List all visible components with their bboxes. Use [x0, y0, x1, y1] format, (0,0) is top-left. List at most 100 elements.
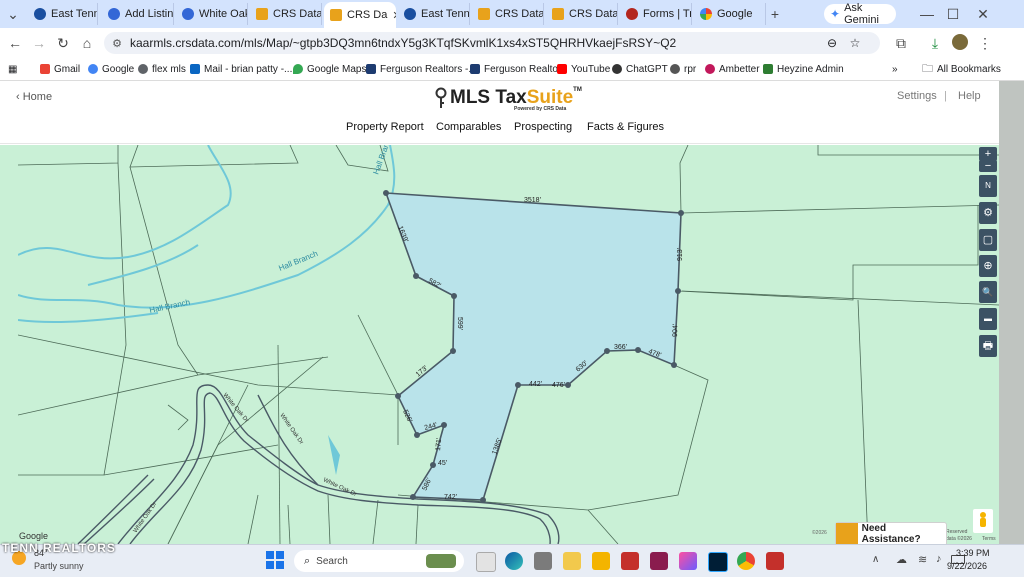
bookmark-heyzine[interactable]: Heyzine Admin: [763, 61, 844, 77]
acrobat-icon[interactable]: [621, 552, 639, 570]
map-canvas[interactable]: Hall Branch Hall Branch Hall Branch Whit…: [18, 145, 999, 544]
bookmark-google-maps[interactable]: Google Maps: [293, 61, 366, 77]
nav-comparables[interactable]: Comparables: [436, 121, 501, 133]
acrobat-reader-icon[interactable]: [766, 552, 784, 570]
bookmark-chatgpt[interactable]: ChatGPT: [612, 61, 668, 77]
browser-tab-strip: ⌄ East Tennes Add Listing White Oak CRS …: [0, 0, 1024, 28]
bookmark-star-icon[interactable]: ☆: [844, 36, 866, 50]
bookmark-ferguson-1[interactable]: Ferguson Realtors -...: [366, 61, 477, 77]
crs-icon: [478, 8, 490, 20]
map-pin-icon: [293, 64, 303, 74]
sticky-notes-icon[interactable]: [592, 552, 610, 570]
settings-link[interactable]: Settings: [897, 90, 937, 102]
dim-label: 171': [435, 438, 443, 452]
photos-icon[interactable]: [679, 552, 697, 570]
tab-google[interactable]: Google: [694, 3, 766, 25]
compass-north-button[interactable]: N: [979, 175, 997, 197]
search-magnifier-icon[interactable]: 🔍: [979, 281, 997, 303]
print-icon[interactable]: 🖶: [979, 335, 997, 357]
edge-icon[interactable]: [505, 552, 523, 570]
background-window-strip: [999, 81, 1024, 544]
tab-search-icon[interactable]: ⌄: [4, 5, 22, 23]
need-assistance-widget[interactable]: Need Assistance?: [835, 522, 947, 544]
download-icon[interactable]: ⤓: [926, 34, 944, 52]
tab-crs-data-1[interactable]: CRS Data -: [250, 3, 322, 25]
address-bar[interactable]: ⚙ kaarmls.crsdata.com/mls/Map/~gtpb3DQ3m…: [104, 32, 880, 54]
windows-start-icon[interactable]: [266, 551, 284, 569]
site-info-icon[interactable]: ⚙: [104, 37, 130, 50]
parcel-map[interactable]: Hall Branch Hall Branch Hall Branch Whit…: [0, 145, 999, 544]
store-icon[interactable]: [534, 552, 552, 570]
weather-text[interactable]: Partly sunny: [34, 561, 84, 571]
tab-crs-data-active[interactable]: CRS Da ✕: [324, 2, 396, 28]
bookmark-google[interactable]: Google: [88, 61, 134, 77]
zoom-out-button[interactable]: −: [979, 160, 997, 172]
clock-date[interactable]: 9/22/2026: [947, 561, 987, 571]
wifi-icon[interactable]: ≋: [918, 553, 927, 566]
nav-prospecting[interactable]: Prospecting: [514, 121, 572, 133]
chrome-icon[interactable]: [737, 552, 755, 570]
folder-icon: 🗀: [922, 62, 933, 75]
forward-icon[interactable]: →: [30, 34, 48, 52]
nav-property-report[interactable]: Property Report: [346, 121, 424, 133]
apps-grid-icon[interactable]: ▦: [8, 61, 17, 77]
maximize-icon[interactable]: ☐: [944, 5, 962, 23]
clock-time[interactable]: 3:39 PM: [956, 548, 990, 558]
back-icon[interactable]: ←: [6, 34, 24, 52]
globe-icon: [404, 8, 416, 20]
cloud-icon[interactable]: ☁: [896, 553, 907, 566]
reload-icon[interactable]: ↻: [54, 34, 72, 52]
tab-forms[interactable]: Forms | Tra: [620, 3, 692, 25]
minimize-icon[interactable]: —: [918, 5, 936, 23]
file-explorer-icon[interactable]: [563, 552, 581, 570]
gemini-sparkle-icon: ✦: [830, 7, 841, 21]
indesign-icon[interactable]: [650, 552, 668, 570]
search-highlight-icon: [426, 554, 456, 568]
tab-crs-data-2[interactable]: CRS Data -: [472, 3, 544, 25]
bookmark-flex-mls[interactable]: flex mls: [138, 61, 186, 77]
bookmark-ambetter[interactable]: Ambetter: [705, 61, 760, 77]
draw-area-icon[interactable]: ▢: [979, 229, 997, 251]
all-bookmarks[interactable]: 🗀 All Bookmarks: [922, 61, 1001, 77]
home-icon[interactable]: ⌂: [78, 34, 96, 52]
menu-kebab-icon[interactable]: ⋮: [976, 34, 994, 52]
bookmark-youtube[interactable]: YouTube: [557, 61, 610, 77]
ask-gemini-button[interactable]: ✦ Ask Gemini: [824, 2, 896, 26]
extensions-icon[interactable]: ⧉: [892, 34, 910, 52]
mail-icon: [190, 64, 200, 74]
ruler-measure-icon[interactable]: ▬: [979, 308, 997, 330]
ferguson-icon: [470, 64, 480, 74]
bookmark-gmail[interactable]: Gmail: [40, 61, 80, 77]
task-view-icon[interactable]: [476, 552, 496, 572]
close-tab-icon[interactable]: ✕: [392, 9, 396, 22]
new-tab-button[interactable]: +: [766, 5, 784, 23]
url-text: kaarmls.crsdata.com/mls/Map/~gtpb3DQ3mn6…: [130, 36, 677, 50]
zoom-icon[interactable]: ⊖: [820, 36, 844, 50]
more-bookmarks-icon[interactable]: »: [892, 61, 898, 77]
taskbar-search-box[interactable]: ⌕ Search: [294, 550, 464, 572]
profile-avatar[interactable]: [952, 34, 968, 50]
help-link[interactable]: Help: [958, 90, 981, 102]
map-terms-link[interactable]: Terms: [982, 536, 996, 542]
globe-icon: [34, 8, 46, 20]
home-link[interactable]: ‹ Home: [16, 91, 52, 103]
tab-add-listing[interactable]: Add Listing: [102, 3, 174, 25]
tab-east-tennessee-1[interactable]: East Tennes: [28, 3, 98, 25]
tab-east-tennessee-2[interactable]: East Tenne: [398, 3, 470, 25]
bookmark-ferguson-2[interactable]: Ferguson Realtors: [470, 61, 566, 77]
crs-icon: [256, 8, 268, 20]
locate-crosshair-icon[interactable]: ⊕: [979, 255, 997, 277]
street-view-pegman[interactable]: [973, 509, 993, 533]
nav-facts-figures[interactable]: Facts & Figures: [587, 121, 664, 133]
photoshop-icon[interactable]: [708, 552, 728, 572]
settings-gear-icon[interactable]: ⚙: [979, 202, 997, 224]
map-reserved: Reserved: [946, 529, 968, 535]
bookmark-rpr[interactable]: rpr: [670, 61, 696, 77]
tab-crs-data-3[interactable]: CRS Data -: [546, 3, 618, 25]
zoom-in-button[interactable]: +: [979, 147, 997, 161]
tray-chevron-icon[interactable]: ∧: [872, 554, 879, 565]
bookmark-mail[interactable]: Mail - brian patty -...: [190, 61, 292, 77]
volume-icon[interactable]: ♪: [936, 553, 942, 565]
close-window-icon[interactable]: ✕: [974, 5, 992, 23]
tab-white-oak[interactable]: White Oak: [176, 3, 248, 25]
